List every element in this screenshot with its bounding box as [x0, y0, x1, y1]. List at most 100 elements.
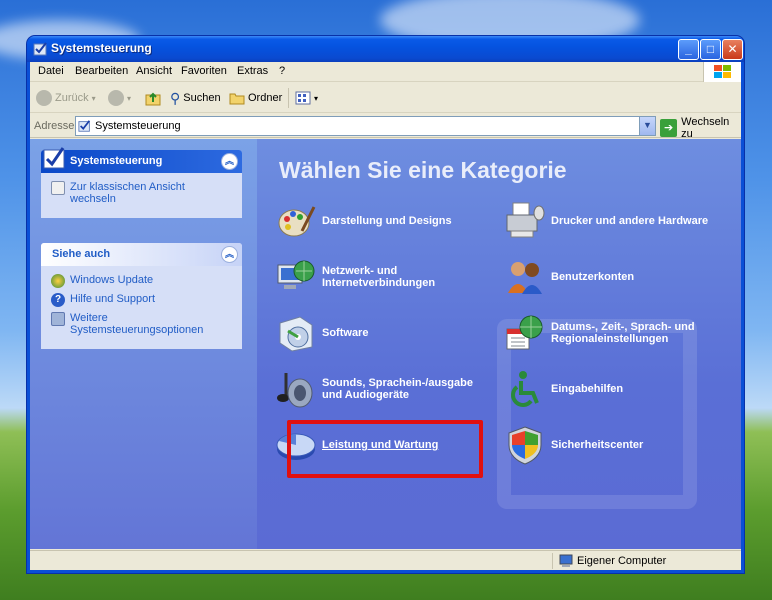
forward-arrow-icon [108, 90, 124, 106]
control-panel-icon [33, 42, 47, 56]
menu-bar: Datei Bearbeiten Ansicht Favoriten Extra… [30, 62, 741, 82]
classic-view-label: Zur klassischen Ansicht wechseln [70, 181, 185, 205]
help-support-link[interactable]: ? Hilfe und Support [51, 293, 232, 307]
category-view: Wählen Sie eine Kategorie Darstellung un… [257, 139, 741, 549]
address-input[interactable]: Systemsteuerung ▼ [75, 116, 656, 136]
category-label: Sounds, Sprachein-/ausgabe und Audiogerä… [322, 377, 473, 401]
more-options-label: Weitere Systemsteuerungsoptionen [70, 312, 204, 336]
go-label: Wechseln zu [681, 116, 730, 140]
menu-favorites[interactable]: Favoriten [181, 65, 227, 77]
control-panel-box-header[interactable]: Systemsteuerung ︽ [41, 147, 242, 173]
selection-highlight [287, 420, 483, 478]
control-panel-icon [43, 147, 65, 169]
sound-icon [277, 373, 313, 408]
see-also-header[interactable]: Siehe auch ︽ [41, 243, 242, 266]
control-panel-box-body: Zur klassischen Ansicht wechseln [41, 173, 242, 218]
status-location: Eigener Computer [552, 553, 666, 569]
views-icon [295, 91, 311, 105]
category-label: Benutzerkonten [551, 271, 635, 283]
category-label: Software [322, 327, 369, 339]
my-computer-icon [559, 554, 573, 567]
help-support-label: Hilfe und Support [70, 293, 155, 305]
category-software[interactable]: Software [276, 313, 476, 353]
category-network[interactable]: Netzwerk- und Internetverbindungen [276, 257, 496, 297]
shield-icon [508, 426, 542, 465]
maximize-button[interactable]: □ [700, 39, 721, 60]
category-security-center[interactable]: Sicherheitscenter [505, 425, 735, 465]
address-bar: Adresse Systemsteuerung ▼ ➔ Wechseln zu [30, 114, 741, 140]
close-button[interactable]: ✕ [722, 39, 743, 60]
folder-up-icon [145, 92, 161, 106]
windows-logo-icon [703, 62, 741, 82]
appearance-icon [278, 206, 316, 237]
category-printers[interactable]: Drucker und andere Hardware [505, 201, 735, 241]
category-sound[interactable]: Sounds, Sprachein-/ausgabe und Audiogerä… [276, 369, 496, 409]
page-title: Wählen Sie eine Kategorie [279, 157, 567, 183]
forward-button[interactable]: ▾ [108, 87, 131, 109]
search-button[interactable]: ⚲ Suchen [170, 87, 221, 109]
minimize-button[interactable]: _ [678, 39, 699, 60]
collapse-chevron-icon[interactable]: ︽ [221, 246, 238, 263]
control-panel-box-title: Systemsteuerung [70, 155, 163, 167]
collapse-chevron-icon[interactable]: ︽ [221, 153, 238, 170]
toolbar-divider [288, 88, 289, 108]
menu-extras[interactable]: Extras [237, 65, 268, 77]
category-label: Eingabehilfen [551, 383, 624, 395]
printer-icon [506, 202, 545, 238]
classic-view-link[interactable]: Zur klassischen Ansicht wechseln [51, 181, 232, 205]
up-button[interactable] [145, 87, 161, 109]
datetime-icon [506, 315, 543, 350]
status-location-label: Eigener Computer [577, 555, 667, 567]
classic-view-icon [51, 181, 65, 195]
help-icon: ? [51, 293, 65, 307]
see-also-body: Windows Update ? Hilfe und Support Weite… [41, 266, 242, 349]
windows-update-label: Windows Update [70, 274, 154, 286]
network-icon [277, 260, 315, 289]
address-dropdown-button[interactable]: ▼ [639, 117, 655, 135]
more-options-link[interactable]: Weitere Systemsteuerungsoptionen [51, 312, 232, 336]
task-pane: Systemsteuerung ︽ Zur klassischen Ansich… [30, 139, 257, 549]
search-label: Suchen [183, 92, 221, 104]
title-bar[interactable]: Systemsteuerung _ □ ✕ [27, 36, 744, 62]
software-icon [279, 316, 313, 352]
chevron-down-icon: ▾ [127, 93, 132, 103]
address-label: Adresse [34, 120, 75, 132]
category-appearance[interactable]: Darstellung und Designs [276, 201, 476, 241]
options-icon [51, 312, 65, 326]
control-panel-icon [78, 120, 91, 132]
windows-update-link[interactable]: Windows Update [51, 274, 232, 288]
chevron-down-icon: ▾ [91, 93, 96, 103]
control-panel-box: Systemsteuerung ︽ Zur klassischen Ansich… [41, 147, 242, 218]
see-also-box: Siehe auch ︽ Windows Update ? Hilfe und … [41, 243, 242, 349]
users-icon [508, 262, 542, 294]
back-arrow-icon [36, 90, 52, 106]
menu-help[interactable]: ? [279, 65, 285, 77]
folder-icon [229, 93, 245, 105]
category-label: Sicherheitscenter [551, 439, 644, 451]
address-value: Systemsteuerung [95, 120, 181, 132]
menu-file[interactable]: Datei [38, 65, 64, 77]
category-datetime[interactable]: Datums-, Zeit-, Sprach- und Regionaleins… [505, 313, 735, 353]
category-accessibility[interactable]: Eingabehilfen [505, 369, 735, 409]
menu-edit[interactable]: Bearbeiten [75, 65, 128, 77]
folders-label: Ordner [248, 92, 283, 104]
category-label: Drucker und andere Hardware [551, 215, 709, 227]
window-title: Systemsteuerung [51, 41, 152, 55]
back-button[interactable]: Zurück ▾ [36, 87, 96, 109]
go-arrow-icon: ➔ [660, 119, 678, 137]
content-area: Systemsteuerung ︽ Zur klassischen Ansich… [30, 139, 741, 549]
category-user-accounts[interactable]: Benutzerkonten [505, 257, 735, 297]
chevron-down-icon: ▾ [314, 93, 319, 103]
toolbar: Zurück ▾ ▾ ⚲ Suchen Ordner ▾ [30, 83, 741, 113]
windows-update-icon [51, 274, 65, 288]
search-icon: ⚲ [170, 89, 181, 106]
menu-view[interactable]: Ansicht [136, 65, 172, 77]
category-label: Darstellung und Designs [322, 215, 452, 227]
folders-button[interactable]: Ordner [229, 87, 282, 109]
views-button[interactable]: ▾ [295, 87, 318, 109]
accessibility-icon [511, 371, 539, 407]
see-also-title: Siehe auch [52, 248, 111, 260]
go-button[interactable]: ➔ Wechseln zu [660, 116, 741, 140]
category-label: Datums-, Zeit-, Sprach- und Regionaleins… [551, 321, 695, 345]
back-label: Zurück [55, 92, 89, 104]
